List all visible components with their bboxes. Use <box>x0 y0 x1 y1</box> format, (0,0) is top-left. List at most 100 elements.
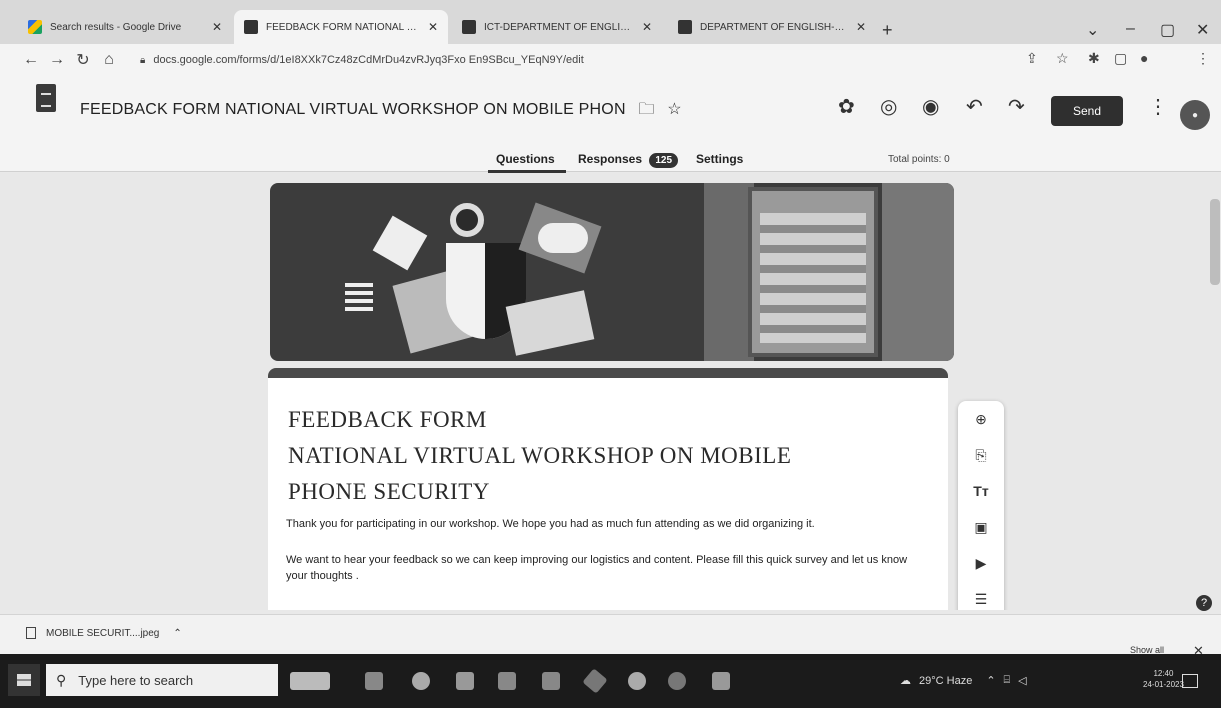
back-icon[interactable]: ← <box>18 51 44 69</box>
form-title-text: FEEDBACK FORM NATIONAL VIRTUAL WORKSHOP … <box>80 101 626 118</box>
pinned-app-icon[interactable] <box>290 672 330 690</box>
system-tray: ☁ 29°C Haze ⌃ ⌸ ◁ <box>900 674 1027 687</box>
folder-icon[interactable]: 🗀 <box>638 101 654 118</box>
redo-icon[interactable]: ↷ <box>1008 94 1025 119</box>
form-title-card[interactable]: FEEDBACK FORM NATIONAL VIRTUAL WORKSHOP … <box>268 368 948 610</box>
home-icon[interactable]: ⌂ <box>96 51 122 69</box>
browser-menu-icon[interactable]: ⋮ <box>1196 50 1210 67</box>
close-icon[interactable]: ✕ <box>428 20 438 34</box>
minimize-button[interactable]: – <box>1126 20 1135 38</box>
store-icon[interactable] <box>498 672 516 690</box>
bookmark-star-icon[interactable]: ☆ <box>1056 50 1069 67</box>
banner-lines-shape <box>345 283 373 313</box>
search-icon: ⚲ <box>56 671 67 688</box>
search-placeholder: Type here to search <box>78 672 194 688</box>
chevron-up-icon[interactable]: ⌃ <box>173 628 181 639</box>
address-bar[interactable]: 🔒︎ docs.google.com/forms/d/1eI8XXk7Cz48z… <box>140 48 1100 72</box>
share-icon[interactable]: ⇪ <box>1026 50 1038 67</box>
avatar[interactable]: ● <box>1180 100 1210 130</box>
chevron-up-icon[interactable]: ⌃ <box>986 674 995 687</box>
form-description-line-2[interactable]: We want to hear your feedback so we can … <box>286 552 926 584</box>
clock-time: 12:40 <box>1153 669 1174 678</box>
form-document-title[interactable]: FEEDBACK FORM NATIONAL VIRTUAL WORKSHOP … <box>80 98 682 125</box>
photos-icon[interactable] <box>712 672 730 690</box>
sidebar-icon[interactable]: ▢ <box>1114 50 1127 67</box>
palette-icon[interactable]: ◎ <box>880 94 897 119</box>
more-options-icon[interactable]: ⋮ <box>1148 94 1168 119</box>
scrollbar-thumb[interactable] <box>1210 199 1220 285</box>
tab-department-english[interactable]: DEPARTMENT OF ENGLISH-EVE ✕ <box>668 10 876 44</box>
tab-title: Search results - Google Drive <box>50 21 182 33</box>
banner-shape <box>882 183 954 361</box>
download-filename: MOBILE SECURIT....jpeg <box>46 627 160 639</box>
google-forms-logo-icon[interactable] <box>36 84 56 112</box>
tab-questions[interactable]: Questions <box>496 152 555 166</box>
close-icon[interactable]: ✕ <box>642 20 652 34</box>
new-tab-button[interactable]: + <box>882 20 893 41</box>
floating-question-toolbar: ⊕ ⎘ Tт ▣ ▶ ☰ <box>958 401 1004 610</box>
help-icon[interactable]: ? <box>1196 595 1212 611</box>
tab-responses-label: Responses <box>578 152 643 166</box>
responses-count-badge: 125 <box>649 153 679 168</box>
taskbar-search-input[interactable]: ⚲ Type here to search <box>46 664 278 696</box>
banner-shape <box>760 213 866 343</box>
chrome-icon[interactable] <box>668 672 686 690</box>
add-question-icon[interactable]: ⊕ <box>958 411 1004 428</box>
tab-title: ICT-DEPARTMENT OF ENGLISH - <box>484 21 634 33</box>
add-image-icon[interactable]: ▣ <box>958 519 1004 536</box>
close-icon[interactable]: ✕ <box>856 20 866 34</box>
download-item[interactable]: MOBILE SECURIT....jpeg ⌃ <box>26 627 182 639</box>
volume-icon[interactable]: ◁ <box>1018 674 1026 687</box>
mail-icon[interactable] <box>542 672 560 690</box>
google-drive-icon <box>28 20 42 34</box>
tab-search-chevron-icon[interactable]: ⌄ <box>1086 20 1099 40</box>
banner-shape <box>372 215 428 271</box>
tab-responses[interactable]: Responses 125 <box>578 152 679 168</box>
close-icon[interactable]: ✕ <box>212 20 222 34</box>
header-banner-image <box>270 183 954 361</box>
add-section-icon[interactable]: ☰ <box>958 591 1004 608</box>
tab-settings[interactable]: Settings <box>696 152 743 166</box>
task-view-icon[interactable] <box>365 672 383 690</box>
preview-eye-icon[interactable]: ◉ <box>922 94 939 119</box>
form-title-heading[interactable]: FEEDBACK FORM NATIONAL VIRTUAL WORKSHOP … <box>288 402 928 510</box>
tab-ict-department[interactable]: ICT-DEPARTMENT OF ENGLISH - ✕ <box>452 10 662 44</box>
edge-browser-icon[interactable] <box>412 672 430 690</box>
profile-icon[interactable]: ● <box>1140 50 1148 66</box>
add-video-icon[interactable]: ▶ <box>958 555 1004 572</box>
weather-text[interactable]: 29°C Haze <box>919 675 972 687</box>
network-icon[interactable]: ⌸ <box>1004 674 1011 687</box>
add-ons-icon[interactable]: ✿ <box>838 94 855 119</box>
browser-tab-strip: Search results - Google Drive ✕ FEEDBACK… <box>0 0 1221 44</box>
start-button[interactable] <box>8 664 40 696</box>
google-forms-icon <box>244 20 258 34</box>
star-icon[interactable]: ☆ <box>667 101 682 118</box>
app-icon[interactable] <box>628 672 646 690</box>
windows-taskbar: ⚲ Type here to search ☁ 29°C Haze ⌃ ⌸ ◁ … <box>0 654 1221 708</box>
total-points-label: Total points: 0 <box>888 154 950 165</box>
forms-header: FEEDBACK FORM NATIONAL VIRTUAL WORKSHOP … <box>0 76 1221 173</box>
reload-icon[interactable]: ↻ <box>70 50 96 70</box>
window-close-button[interactable]: ✕ <box>1196 20 1209 40</box>
forward-icon[interactable]: → <box>44 51 70 69</box>
form-tabs: Questions Responses 125 Settings Total p… <box>0 150 1221 173</box>
taskbar-clock[interactable]: 12:40 24-01-2023 <box>1143 668 1184 690</box>
clock-date: 24-01-2023 <box>1143 680 1184 689</box>
pen-icon[interactable] <box>582 668 608 694</box>
tab-google-drive[interactable]: Search results - Google Drive ✕ <box>18 10 232 44</box>
maximize-button[interactable]: ▢ <box>1160 20 1175 40</box>
browser-toolbar: ← → ↻ ⌂ 🔒︎ docs.google.com/forms/d/1eI8X… <box>0 44 1221 76</box>
file-explorer-icon[interactable] <box>456 672 474 690</box>
send-button[interactable]: Send <box>1051 96 1123 126</box>
undo-icon[interactable]: ↶ <box>966 94 983 119</box>
extensions-icon[interactable]: ✱ <box>1088 50 1100 67</box>
weather-icon: ☁ <box>900 675 911 687</box>
notifications-icon[interactable] <box>1182 674 1198 688</box>
import-questions-icon[interactable]: ⎘ <box>958 447 1004 464</box>
add-title-icon[interactable]: Tт <box>958 483 1004 499</box>
form-description-line-1[interactable]: Thank you for participating in our works… <box>286 516 926 532</box>
tab-feedback-form[interactable]: FEEDBACK FORM NATIONAL VIR ✕ <box>234 10 448 44</box>
banner-shape <box>704 183 754 361</box>
google-forms-icon <box>678 20 692 34</box>
file-icon <box>26 627 36 639</box>
